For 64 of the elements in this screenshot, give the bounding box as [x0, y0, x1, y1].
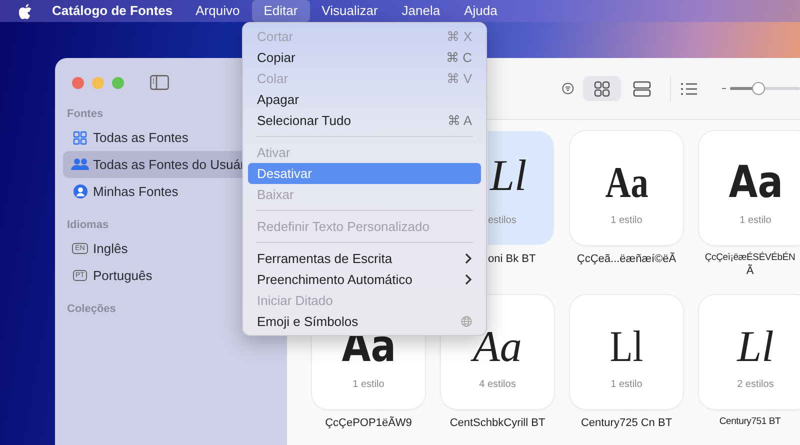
menu-bar-item[interactable]: Janela [390, 0, 452, 22]
menu-item[interactable]: Preenchimento Automático [248, 269, 481, 290]
sidebar-item-label: Português [93, 266, 152, 285]
sidebar-section-title: Idiomas [67, 218, 109, 233]
font-card[interactable]: Aa 1 estilo [699, 131, 800, 245]
font-name-continued: Ã [746, 265, 754, 278]
shortcut-label: ⌘ V [446, 70, 472, 88]
grid-icon [73, 130, 87, 144]
style-count: 1 estilo [610, 378, 642, 392]
people-icon [71, 158, 89, 171]
menu-bar-item[interactable]: Ajuda [452, 0, 510, 22]
grid-view-icon [594, 80, 610, 96]
style-count: estilos [488, 214, 516, 228]
font-card[interactable]: Aa 1 estilo [570, 131, 683, 245]
globe-icon [461, 316, 472, 327]
rows-view-icon [632, 80, 651, 96]
shortcut-label: ⌘ X [446, 28, 472, 46]
sidebar-section-title: Coleções [67, 302, 116, 317]
font-card[interactable]: Ll 2 estilos [699, 295, 800, 409]
font-name: ÇcÇePOP1ëÃW9 [325, 415, 412, 431]
sidebar-item-label: Minhas Fontes [93, 182, 178, 201]
slider-minus-icon [722, 88, 726, 90]
font-name: ÇcÇeì¡ëæÉSÉVÉbÉN [704, 251, 796, 264]
menu-bar-item[interactable]: Visualizar [310, 0, 390, 22]
filter-icon[interactable] [562, 80, 574, 97]
size-slider[interactable] [730, 82, 800, 96]
font-name: CentSchbkCyrill BT [450, 416, 546, 431]
list-view-icon [680, 82, 698, 96]
font-card[interactable]: Ll 1 estilo [570, 295, 683, 409]
font-card[interactable]: Ll estilos [488, 131, 554, 245]
font-name: Century751 BT [719, 415, 781, 429]
shortcut-label: ⌘ A [447, 112, 472, 130]
chevron-right-icon [465, 253, 472, 264]
shortcut-label: ⌘ C [446, 48, 472, 67]
font-sample: Ll [490, 151, 527, 201]
style-count: 1 estilo [352, 378, 384, 392]
font-sample: Aa [604, 161, 648, 205]
slider-thumb[interactable] [752, 82, 765, 95]
style-count: 1 estilo [610, 214, 642, 228]
font-name: ÇcÇeã...ëæñæí©ëÃ [576, 251, 676, 267]
menu-bar-item[interactable]: Arquivo [184, 0, 252, 22]
app-name[interactable]: Catálogo de Fontes [52, 1, 173, 21]
person-circle-icon [72, 184, 88, 199]
font-name: oni Bk BT [488, 252, 537, 267]
font-name: Century725 Cn BT [580, 416, 672, 431]
menu-item[interactable]: Selecionar Tudo ⌘ A [248, 110, 481, 131]
style-count: 1 estilo [740, 214, 772, 228]
sidebar-item-label: Inglês [93, 240, 128, 258]
menu-bar-item[interactable]: Editar [252, 0, 310, 22]
chevron-right-icon [465, 274, 472, 285]
font-sample: Aa [728, 161, 783, 205]
menu-item[interactable]: Apagar [248, 89, 481, 110]
menu-item[interactable]: Copiar ⌘ C [248, 47, 481, 68]
view-button[interactable] [582, 76, 621, 101]
style-count: 4 estilos [479, 378, 516, 392]
close-button[interactable] [72, 76, 84, 88]
apple-logo-icon[interactable] [19, 4, 32, 18]
sidebar-item-label: Todas as Fontes [93, 128, 188, 147]
sidebar-section-title: Fontes [67, 107, 104, 122]
menu-item[interactable]: Ferramentas de Escrita [248, 248, 481, 269]
font-sample: Ll [610, 325, 644, 369]
font-sample: Ll [737, 325, 774, 369]
sidebar-toggle-icon[interactable] [150, 75, 169, 90]
style-count: 2 estilos [737, 378, 774, 392]
